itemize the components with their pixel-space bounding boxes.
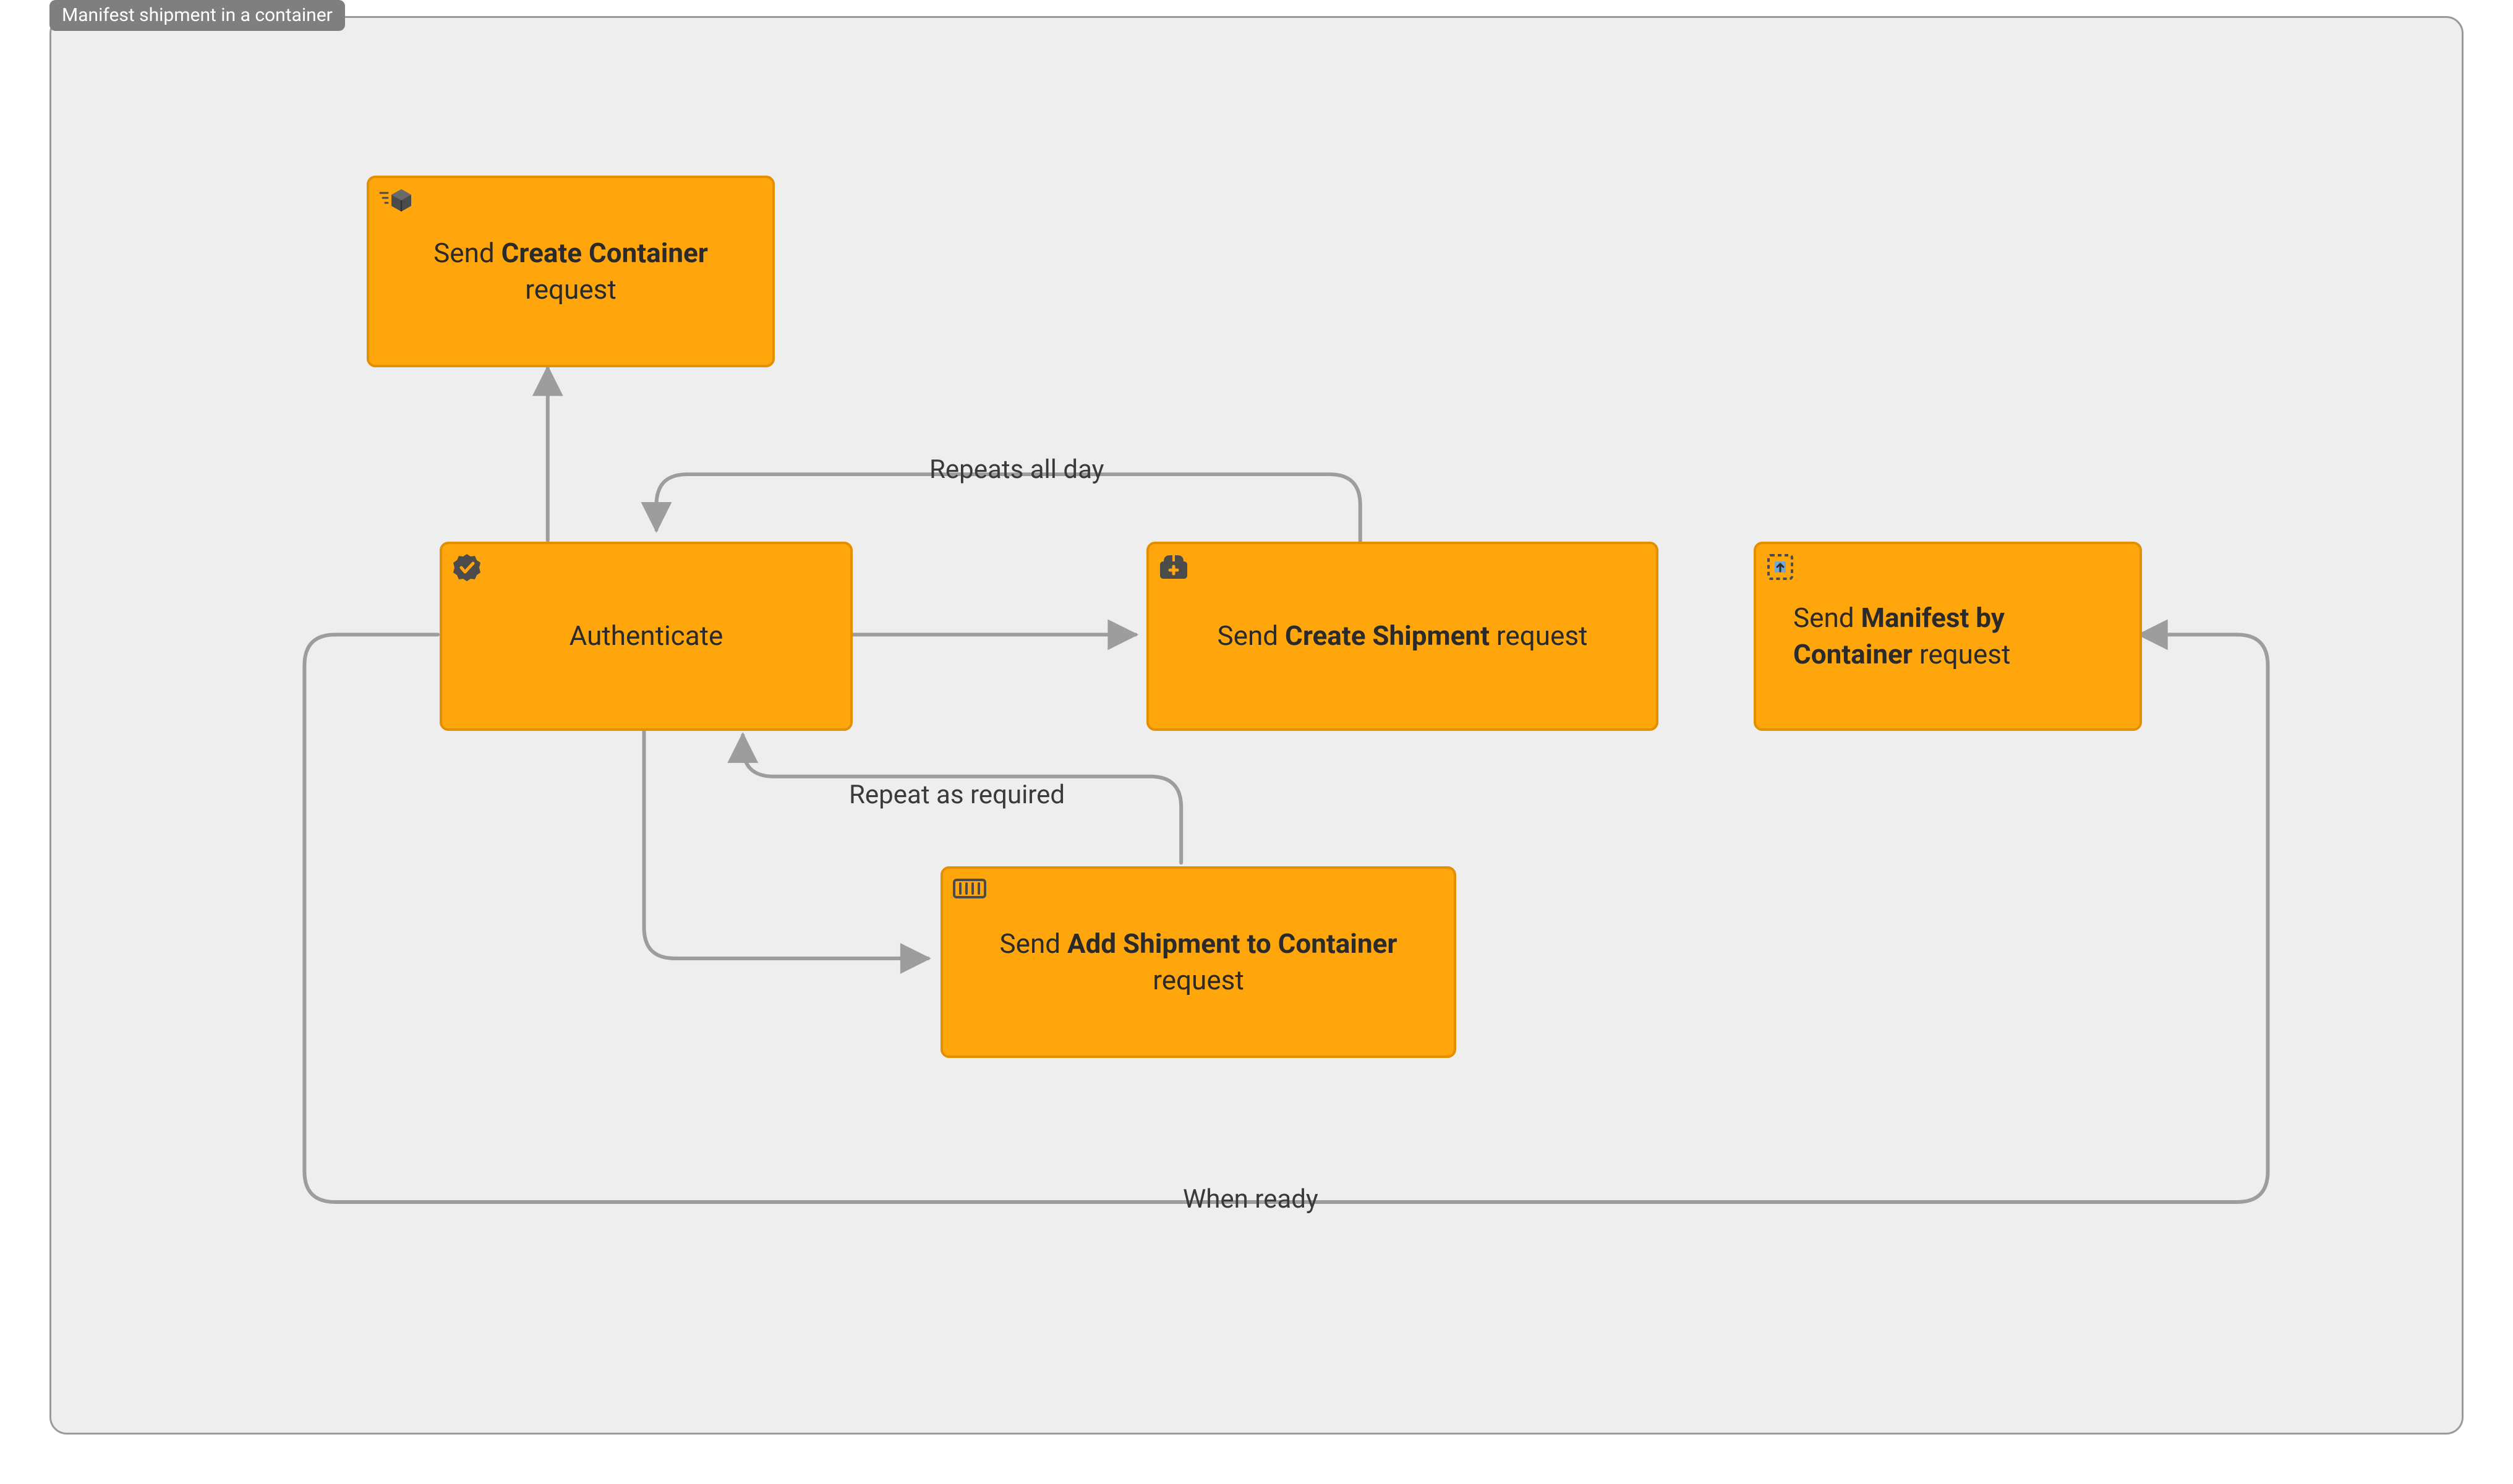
diagram-frame: Repeats all day Repeat as required When … — [49, 16, 2464, 1435]
edge-label-when-ready: When ready — [1183, 1184, 1318, 1214]
node-add-shipment: Send Add Shipment to Container request — [941, 866, 1456, 1058]
node-add-shipment-label: Send Add Shipment to Container request — [970, 926, 1427, 999]
diagram-title-tab: Manifest shipment in a container — [49, 0, 345, 31]
node-create-container-label: Send Create Container request — [396, 235, 745, 309]
edge-auth-to-addshipment — [644, 729, 928, 958]
node-manifest-label: Send Manifest by Container request — [1793, 600, 2115, 673]
node-create-shipment: Send Create Shipment request — [1146, 542, 1658, 731]
node-authenticate-label: Authenticate — [570, 618, 723, 654]
node-manifest: Send Manifest by Container request — [1754, 542, 2142, 731]
edge-label-repeat-as-required: Repeat as required — [849, 780, 1065, 810]
edge-label-repeats-all-day: Repeats all day — [929, 454, 1104, 485]
node-authenticate: Authenticate — [440, 542, 853, 731]
node-create-shipment-label: Send Create Shipment request — [1218, 618, 1588, 654]
diagram-title: Manifest shipment in a container — [62, 4, 333, 26]
node-create-container: Send Create Container request — [367, 176, 775, 367]
